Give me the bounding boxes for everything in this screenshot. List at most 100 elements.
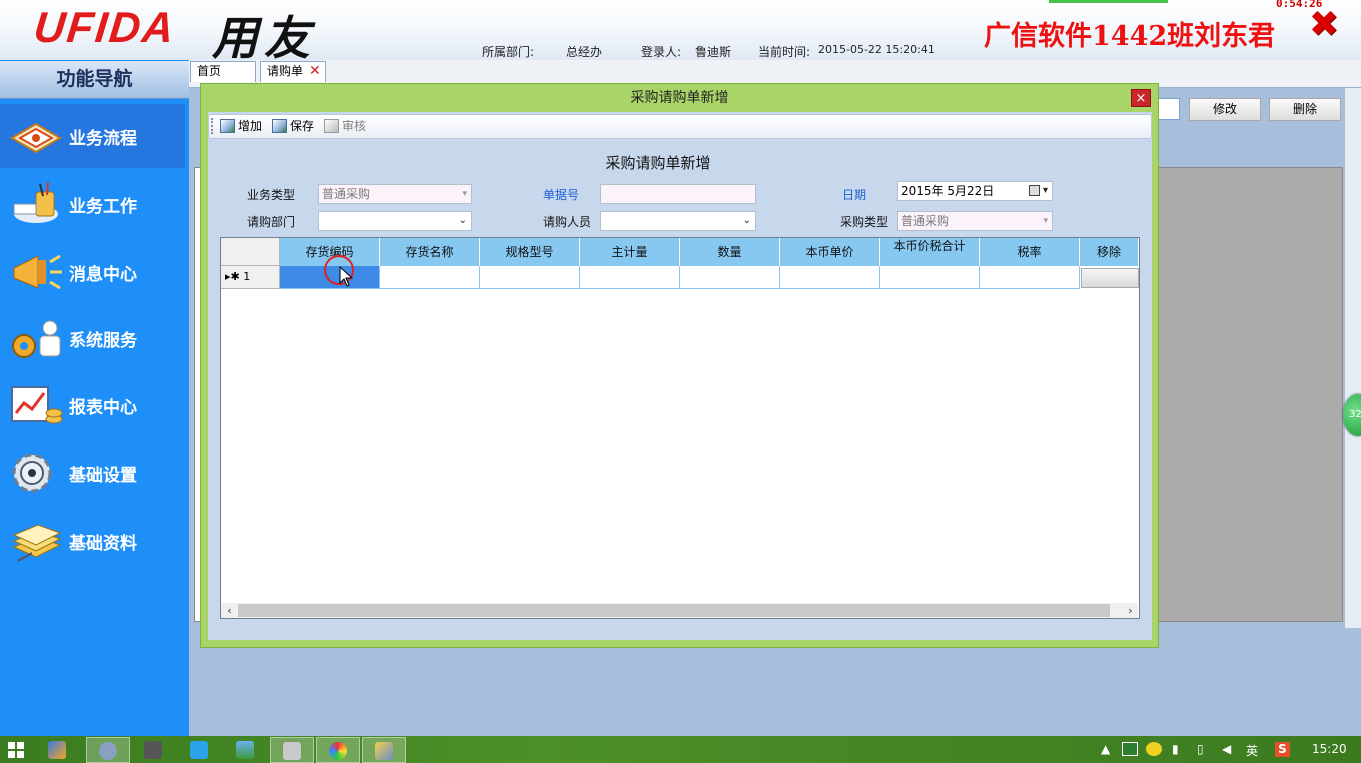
col-unit-price[interactable]: 本币单价 — [780, 238, 880, 266]
user-label: 登录人: — [641, 45, 682, 59]
dropdown-arrow-icon[interactable]: ▾ — [1043, 182, 1048, 200]
sidebar-item-workflow[interactable]: 业务流程 — [0, 104, 185, 168]
modify-button[interactable]: 修改 — [1189, 98, 1261, 121]
add-icon — [220, 119, 235, 133]
taskbar-app-2[interactable] — [86, 737, 130, 763]
volume-icon[interactable]: ◀ — [1222, 742, 1231, 756]
date-picker[interactable]: 2015年 5月22日 ▾ — [897, 181, 1053, 201]
cell-unit-price[interactable] — [780, 266, 880, 289]
taskbar-app-7[interactable] — [316, 737, 360, 763]
taskbar-app-4[interactable] — [178, 737, 222, 763]
scroll-left-icon[interactable]: ‹ — [222, 603, 237, 618]
signal-icon[interactable]: ▮ — [1172, 742, 1179, 756]
scroll-right-icon[interactable]: › — [1123, 603, 1138, 618]
remove-row-button[interactable] — [1081, 268, 1139, 288]
background-scrollbar[interactable] — [1345, 88, 1361, 628]
exit-icon[interactable]: ✖ — [1307, 7, 1341, 44]
requester-select[interactable]: ⌄ — [600, 211, 756, 231]
cell-spec-model[interactable] — [480, 266, 580, 289]
sogou-ime-icon[interactable]: S — [1275, 742, 1290, 757]
workflow-icon — [10, 122, 62, 154]
taskbar-app-3[interactable] — [132, 737, 176, 763]
background-list-panel — [1150, 167, 1343, 622]
cell-main-unit[interactable] — [580, 266, 680, 289]
doc-no-input[interactable] — [600, 184, 756, 204]
col-spec-model[interactable]: 规格型号 — [480, 238, 580, 266]
app-icon — [190, 741, 208, 759]
sidebar-item-message-center[interactable]: 消息中心 — [0, 240, 185, 304]
col-total-with-tax[interactable]: 本币价税合计 — [880, 238, 980, 266]
biz-type-label: 业务类型 — [247, 188, 296, 202]
taskbar-app-5[interactable] — [224, 737, 268, 763]
purchase-type-select[interactable]: 普通采购 ▾ — [897, 211, 1053, 231]
report-chart-icon — [11, 386, 63, 424]
requester-label: 请购人员 — [543, 215, 592, 229]
biz-type-select[interactable]: 普通采购 ▾ — [318, 184, 472, 204]
app-icon — [99, 742, 117, 760]
sidebar-item-label: 消息中心 — [69, 265, 137, 285]
row-header[interactable]: ▸✱ 1 — [221, 266, 280, 289]
cell-tax-rate[interactable] — [980, 266, 1080, 289]
audit-button[interactable]: 审核 — [324, 117, 366, 136]
tab-purchase-request[interactable]: 请购单 ✕ — [260, 61, 326, 82]
detail-grid — [220, 237, 1140, 619]
add-label: 增加 — [238, 119, 263, 133]
delete-button[interactable]: 删除 — [1269, 98, 1341, 121]
app-icon — [144, 741, 162, 759]
chevron-down-icon: ⌄ — [458, 215, 467, 226]
close-tab-icon[interactable]: ✕ — [309, 63, 321, 79]
background-search-input[interactable] — [1158, 98, 1180, 120]
dept-select[interactable]: ⌄ — [318, 211, 472, 231]
time-value: 2015-05-22 15:20:41 — [818, 43, 935, 56]
col-main-unit[interactable]: 主计量 — [580, 238, 680, 266]
sidebar-item-system-service[interactable]: 系统服务 — [0, 306, 185, 370]
taskbar-clock[interactable]: 15:20 — [1312, 742, 1347, 756]
col-remove[interactable]: 移除 — [1080, 238, 1138, 266]
service-gear-icon — [12, 320, 61, 358]
sidebar-item-basic-data[interactable]: 基础资料 — [0, 509, 185, 573]
tray-network-app-icon[interactable] — [1122, 742, 1138, 756]
tab-home[interactable]: 首页 — [190, 61, 256, 82]
tray-security-icon[interactable] — [1146, 742, 1162, 756]
top-progress-strip — [1049, 0, 1168, 3]
ufida-logo: UFIDA — [31, 4, 178, 52]
mouse-cursor-icon — [339, 266, 353, 287]
input-language[interactable]: 英 — [1246, 742, 1258, 759]
cell-total-with-tax[interactable] — [880, 266, 980, 289]
windows-start-icon[interactable] — [8, 742, 24, 758]
sidebar-item-report-center[interactable]: 报表中心 — [0, 373, 185, 437]
sidebar-title: 功能导航 — [0, 61, 189, 99]
dept-label: 请购部门 — [247, 215, 296, 229]
scrollbar-thumb[interactable] — [238, 604, 1110, 617]
taskbar-app-8[interactable] — [362, 737, 406, 763]
user-value: 鲁迪斯 — [695, 45, 732, 59]
col-inventory-name[interactable]: 存货名称 — [380, 238, 480, 266]
time-label: 当前时间: — [758, 45, 811, 59]
save-label: 保存 — [290, 119, 315, 133]
tray-expand-icon[interactable]: ▲ — [1101, 742, 1110, 756]
books-icon — [12, 524, 62, 562]
class-banner: 广信软件1442班刘东君 — [984, 21, 1276, 52]
taskbar-app-6[interactable] — [270, 737, 314, 763]
battery-icon[interactable]: ▯ — [1197, 742, 1204, 756]
sidebar-item-label: 业务工作 — [69, 197, 137, 217]
cell-inventory-name[interactable] — [380, 266, 480, 289]
doc-no-label: 单据号 — [543, 188, 580, 202]
app-icon — [375, 742, 393, 760]
toolbar-grip[interactable] — [211, 118, 214, 134]
cell-quantity[interactable] — [680, 266, 780, 289]
col-tax-rate[interactable]: 税率 — [980, 238, 1080, 266]
dept-label: 所属部门: — [482, 45, 535, 59]
col-quantity[interactable]: 数量 — [680, 238, 780, 266]
audit-icon — [324, 119, 339, 133]
new-row-marker-icon: ▸✱ — [225, 270, 240, 283]
app-icon — [283, 742, 301, 760]
dialog-close-button[interactable]: × — [1131, 89, 1151, 107]
sidebar-item-business-work[interactable]: 业务工作 — [0, 172, 185, 236]
add-button[interactable]: 增加 — [220, 117, 262, 136]
taskbar-app-1[interactable] — [36, 737, 80, 763]
calendar-icon[interactable] — [1029, 185, 1040, 196]
form-title: 采购请购单新增 — [605, 154, 711, 172]
save-button[interactable]: 保存 — [272, 117, 314, 136]
sidebar-item-basic-settings[interactable]: 基础设置 — [0, 441, 185, 505]
